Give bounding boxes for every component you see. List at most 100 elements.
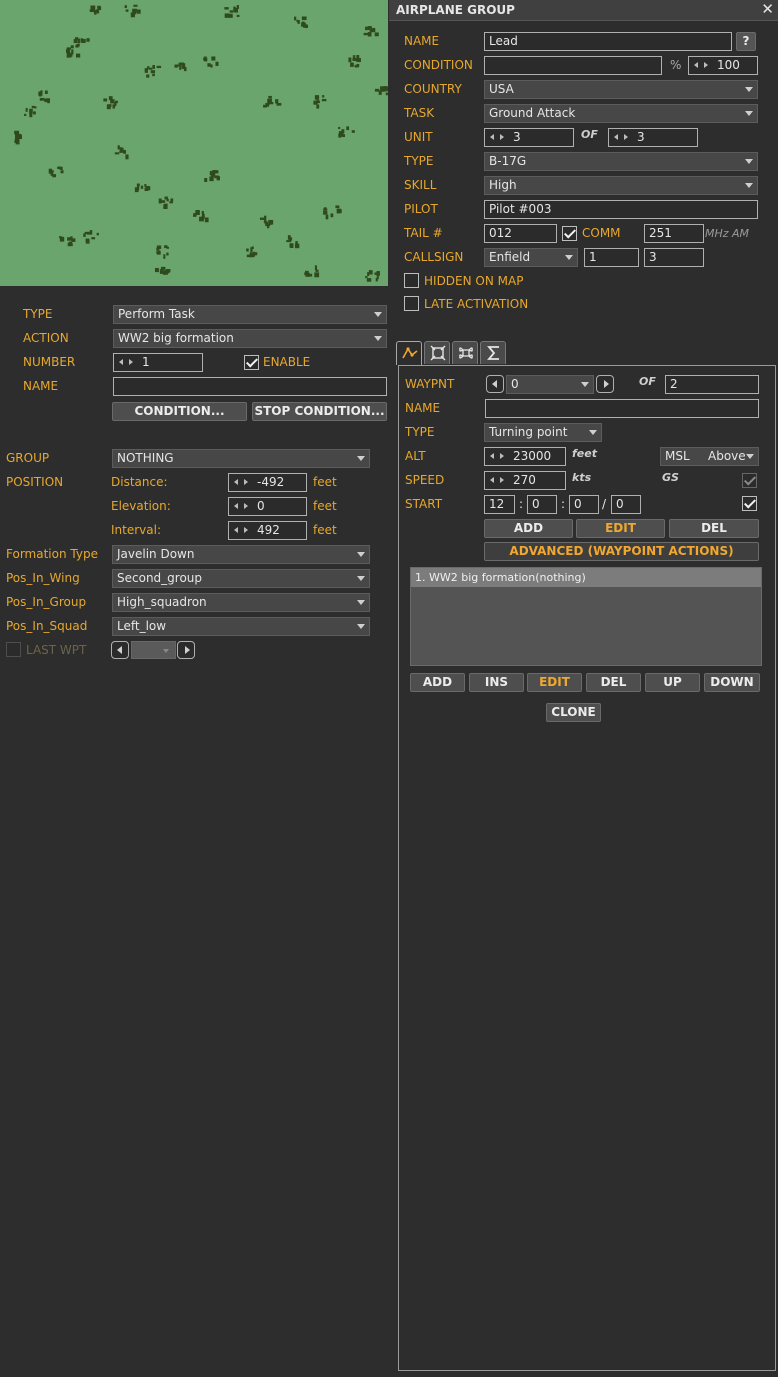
tree-mark <box>356 58 361 63</box>
comm-frequency-field[interactable]: 251 <box>644 224 704 243</box>
start-seconds-field[interactable]: 0 <box>569 495 599 514</box>
start-sep-2: : <box>561 497 566 511</box>
action-up-button[interactable]: UP <box>645 673 700 692</box>
name-label: NAME <box>404 34 440 48</box>
tree-mark <box>305 270 309 275</box>
action-del-button[interactable]: DEL <box>586 673 641 692</box>
list-item[interactable]: 1. WW2 big formation(nothing) <box>411 568 761 587</box>
start-checkbox[interactable] <box>742 496 757 511</box>
last-wpt-checkbox[interactable] <box>6 642 21 657</box>
tree-mark <box>110 99 115 104</box>
waypoint-type-dropdown[interactable]: Turning point <box>484 423 602 442</box>
number-spinner[interactable]: 1 <box>113 353 203 372</box>
start-minutes-field[interactable]: 0 <box>527 495 557 514</box>
tree-mark <box>204 178 208 182</box>
percent-sign: % <box>670 58 682 72</box>
tab-summary[interactable] <box>480 341 506 364</box>
tail-number-field[interactable]: 012 <box>484 224 557 243</box>
waypoint-del-button[interactable]: DEL <box>669 519 759 538</box>
waypoint-total-field[interactable]: 2 <box>665 375 759 394</box>
callsign-dropdown[interactable]: Enfield <box>484 248 578 267</box>
hidden-on-map-checkbox[interactable] <box>404 273 419 288</box>
task-name-field[interactable] <box>113 377 387 396</box>
interval-spinner[interactable]: 492 <box>228 521 307 540</box>
route-panel <box>398 365 776 1371</box>
enable-checkbox[interactable] <box>244 355 259 370</box>
speed-spinner[interactable]: 270 <box>484 471 566 490</box>
action-edit-button[interactable]: EDIT <box>527 673 582 692</box>
formation-type-dropdown[interactable]: Javelin Down <box>112 545 370 564</box>
map-view[interactable] <box>0 0 388 286</box>
group-name-field[interactable]: Lead <box>484 32 732 51</box>
pos-in-group-dropdown[interactable]: High_squadron <box>112 593 370 612</box>
waypoint-prev-button[interactable] <box>486 375 504 393</box>
distance-spinner[interactable]: -492 <box>228 473 307 492</box>
unit-spinner[interactable]: 3 <box>484 128 574 147</box>
start-label: START <box>405 497 443 511</box>
condition-field[interactable] <box>484 56 662 75</box>
tree-mark <box>39 97 45 101</box>
tree-mark <box>161 200 166 203</box>
country-dropdown[interactable]: USA <box>484 80 758 99</box>
altitude-reference-dropdown[interactable]: MSL Above <box>660 447 759 466</box>
unit-total-spinner[interactable]: 3 <box>608 128 698 147</box>
sigma-icon <box>487 346 499 360</box>
waypoint-dropdown[interactable]: 0 <box>506 375 594 394</box>
action-clone-button[interactable]: CLONE <box>546 703 601 722</box>
tree-mark <box>289 244 294 247</box>
action-down-button[interactable]: DOWN <box>704 673 760 692</box>
tree-mark <box>204 217 209 223</box>
tab-targets[interactable] <box>424 341 450 364</box>
tree-mark <box>76 43 80 47</box>
tree-mark <box>60 170 63 174</box>
stop-condition-button[interactable]: STOP CONDITION... <box>252 402 387 421</box>
gs-checkbox[interactable] <box>742 473 757 488</box>
waypoint-next-button[interactable] <box>596 375 614 393</box>
tree-mark <box>132 11 136 15</box>
tree-mark <box>209 171 214 176</box>
action-add-button[interactable]: ADD <box>410 673 465 692</box>
comm-checkbox[interactable] <box>562 226 577 241</box>
last-wpt-dropdown[interactable] <box>131 641 176 659</box>
help-button[interactable]: ? <box>736 32 756 51</box>
position-label: POSITION <box>6 475 64 489</box>
tree-mark <box>70 236 73 239</box>
tree-mark <box>125 154 129 160</box>
altitude-spinner[interactable]: 23000 <box>484 447 566 466</box>
last-wpt-next-button[interactable] <box>177 641 195 659</box>
skill-dropdown[interactable]: High <box>484 176 758 195</box>
waypoint-type-label: TYPE <box>405 425 435 439</box>
action-ins-button[interactable]: INS <box>469 673 524 692</box>
action-dropdown[interactable]: WW2 big formation <box>113 329 387 348</box>
tab-route[interactable] <box>396 341 422 365</box>
group-dropdown[interactable]: NOTHING <box>112 449 370 468</box>
window-title: AIRPLANE GROUP <box>396 3 515 17</box>
waypoint-edit-button[interactable]: EDIT <box>576 519 665 538</box>
tab-payload[interactable] <box>452 341 478 364</box>
callsign-number-1[interactable]: 1 <box>584 248 639 267</box>
start-day-field[interactable]: 0 <box>611 495 641 514</box>
callsign-number-2[interactable]: 3 <box>644 248 704 267</box>
task-dropdown[interactable]: Ground Attack <box>484 104 758 123</box>
probability-spinner[interactable]: 100 <box>688 56 758 75</box>
close-icon[interactable]: ✕ <box>761 0 774 18</box>
callsign-label: CALLSIGN <box>404 250 464 264</box>
condition-button[interactable]: CONDITION... <box>112 402 247 421</box>
pos-in-wing-dropdown[interactable]: Second_group <box>112 569 370 588</box>
advanced-waypoint-actions-button[interactable]: ADVANCED (WAYPOINT ACTIONS) <box>484 542 759 561</box>
actions-list[interactable]: 1. WW2 big formation(nothing) <box>410 567 762 666</box>
unit-of-label: OF <box>581 128 598 141</box>
pos-in-squad-dropdown[interactable]: Left_low <box>112 617 370 636</box>
task-type-value: Perform Task <box>118 307 195 321</box>
last-wpt-prev-button[interactable] <box>111 641 129 659</box>
task-type-dropdown[interactable]: Perform Task <box>113 305 387 324</box>
tree-mark <box>174 64 179 67</box>
waypoint-add-button[interactable]: ADD <box>484 519 573 538</box>
late-activation-checkbox[interactable] <box>404 296 419 311</box>
elevation-spinner[interactable]: 0 <box>228 497 307 516</box>
aircraft-type-dropdown[interactable]: B-17G <box>484 152 758 171</box>
group-value: NOTHING <box>117 451 174 465</box>
pilot-field[interactable]: Pilot #003 <box>484 200 758 219</box>
start-hours-field[interactable]: 12 <box>484 495 515 514</box>
waypoint-name-field[interactable] <box>485 399 759 418</box>
